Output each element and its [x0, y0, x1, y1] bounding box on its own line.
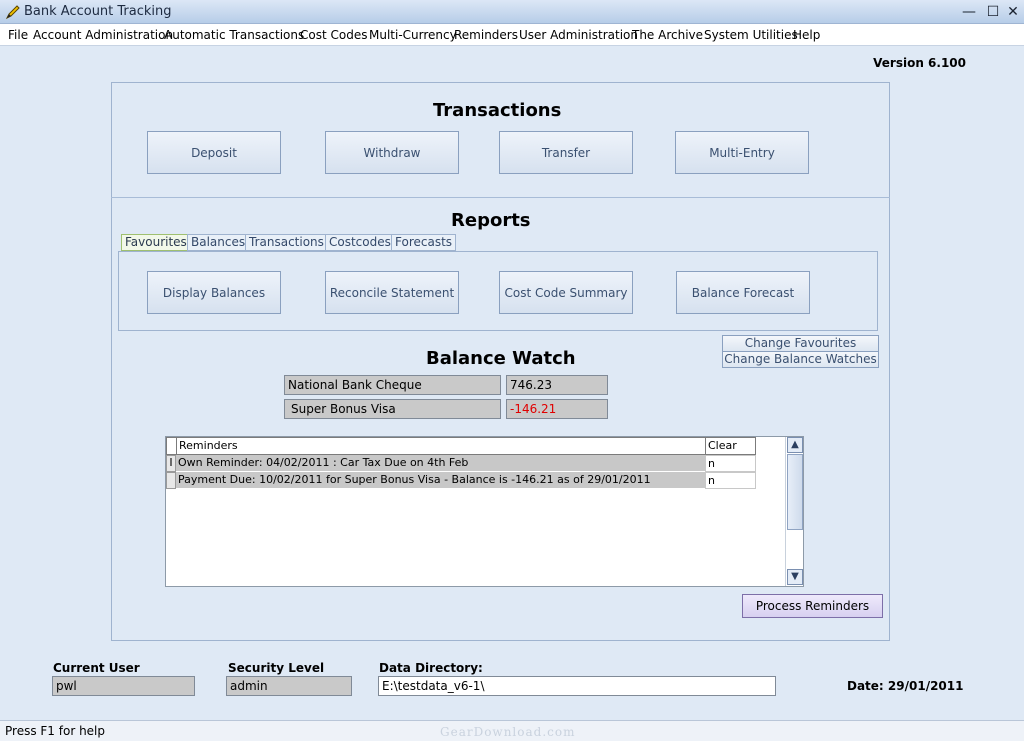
multi-entry-button[interactable]: Multi-Entry — [675, 131, 809, 174]
scroll-thumb[interactable] — [787, 454, 803, 530]
menu-file[interactable]: File — [8, 28, 28, 42]
transactions-heading: Transactions — [433, 100, 562, 121]
balance-watch-account: Super Bonus Visa — [284, 399, 501, 419]
section-divider — [111, 197, 890, 198]
close-button[interactable]: ✕ — [1002, 3, 1024, 21]
version-label: Version 6.100 — [873, 56, 966, 70]
window-title: Bank Account Tracking — [24, 4, 172, 19]
reminders-grid[interactable]: Reminders Clear I Own Reminder: 04/02/20… — [165, 436, 804, 587]
transfer-button[interactable]: Transfer — [499, 131, 633, 174]
change-balance-watches-button[interactable]: Change Balance Watches — [722, 351, 879, 368]
menu-help[interactable]: Help — [793, 28, 820, 42]
menu-multi-currency[interactable]: Multi-Currency — [369, 28, 457, 42]
withdraw-button[interactable]: Withdraw — [325, 131, 459, 174]
reconcile-statement-button[interactable]: Reconcile Statement — [325, 271, 459, 314]
tab-favourites[interactable]: Favourites — [121, 234, 191, 251]
display-balances-button[interactable]: Display Balances — [147, 271, 281, 314]
tab-transactions[interactable]: Transactions — [245, 234, 328, 251]
minimize-button[interactable]: — — [958, 3, 980, 21]
data-directory-label: Data Directory: — [379, 661, 483, 675]
clear-column-header[interactable]: Clear — [705, 437, 756, 455]
menu-user-administration[interactable]: User Administration — [519, 28, 638, 42]
app-pencil-icon — [5, 5, 20, 20]
data-directory-field[interactable]: E:\testdata_v6-1\ — [378, 676, 776, 696]
scroll-up-icon[interactable]: ▲ — [787, 437, 803, 453]
row-selector[interactable]: I — [166, 455, 176, 472]
watermark: GearDownload.com — [440, 725, 576, 739]
tab-forecasts[interactable]: Forecasts — [391, 234, 457, 251]
menu-cost-codes[interactable]: Cost Codes — [300, 28, 367, 42]
balance-watch-heading: Balance Watch — [426, 348, 576, 369]
reminder-clear-cell[interactable]: n — [705, 472, 756, 489]
balance-watch-account: National Bank Cheque — [284, 375, 501, 395]
balance-watch-amount: 746.23 — [506, 375, 608, 395]
balance-forecast-button[interactable]: Balance Forecast — [676, 271, 810, 314]
menu-reminders[interactable]: Reminders — [454, 28, 518, 42]
process-reminders-button[interactable]: Process Reminders — [742, 594, 883, 618]
security-level-field: admin — [226, 676, 352, 696]
reminder-text-cell[interactable]: Payment Due: 10/02/2011 for Super Bonus … — [176, 472, 705, 489]
reminders-column-header[interactable]: Reminders — [176, 437, 706, 455]
current-user-label: Current User — [53, 661, 140, 675]
status-text: Press F1 for help — [5, 724, 106, 738]
cost-code-summary-button[interactable]: Cost Code Summary — [499, 271, 633, 314]
change-favourites-button[interactable]: Change Favourites — [722, 335, 879, 352]
menu-bar: File Account Administration Automatic Tr… — [0, 24, 1024, 46]
menu-automatic-transactions[interactable]: Automatic Transactions — [164, 28, 304, 42]
deposit-button[interactable]: Deposit — [147, 131, 281, 174]
security-level-label: Security Level — [228, 661, 325, 675]
balance-watch-amount: -146.21 — [506, 399, 608, 419]
title-bar: Bank Account Tracking — ☐ ✕ — [0, 0, 1024, 24]
menu-system-utilities[interactable]: System Utilities — [704, 28, 798, 42]
maximize-button[interactable]: ☐ — [982, 3, 1004, 21]
tab-balances[interactable]: Balances — [187, 234, 250, 251]
reports-heading: Reports — [451, 210, 531, 231]
scroll-down-icon[interactable]: ▼ — [787, 569, 803, 585]
date-label: Date: 29/01/2011 — [847, 679, 964, 693]
reminders-scrollbar[interactable]: ▲ ▼ — [785, 437, 803, 586]
reminder-text-cell[interactable]: Own Reminder: 04/02/2011 : Car Tax Due o… — [176, 455, 705, 472]
tab-costcodes[interactable]: Costcodes — [325, 234, 395, 251]
menu-account-administration[interactable]: Account Administration — [33, 28, 173, 42]
menu-the-archive[interactable]: The Archive — [632, 28, 703, 42]
current-user-field: pwl — [52, 676, 195, 696]
row-selector[interactable] — [166, 472, 176, 489]
reminder-clear-cell[interactable]: n — [705, 455, 756, 472]
